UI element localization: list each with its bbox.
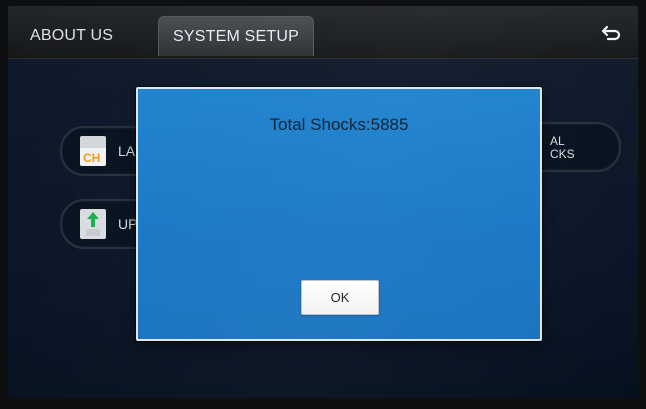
screen: ABOUT US SYSTEM SETUP CH LA UP AL CKS To… xyxy=(8,6,638,398)
ok-button[interactable]: OK xyxy=(301,280,379,315)
update-icon xyxy=(80,209,106,239)
device-bezel: ABOUT US SYSTEM SETUP CH LA UP AL CKS To… xyxy=(0,0,646,409)
tab-about-us[interactable]: ABOUT US xyxy=(30,16,140,56)
dialog-title: Total Shocks:5885 xyxy=(269,115,409,134)
total-shocks-button-label: AL CKS xyxy=(550,134,575,161)
top-tab-bar: ABOUT US SYSTEM SETUP xyxy=(8,6,638,59)
back-arrow-icon[interactable] xyxy=(596,22,624,46)
update-button-label: UP xyxy=(118,216,138,232)
total-shocks-dialog: Total Shocks:5885 OK xyxy=(136,87,542,341)
language-icon: CH xyxy=(80,136,106,166)
language-button-label: LA xyxy=(118,143,136,159)
tab-system-setup[interactable]: SYSTEM SETUP xyxy=(158,16,314,56)
svg-text:CH: CH xyxy=(83,151,100,165)
